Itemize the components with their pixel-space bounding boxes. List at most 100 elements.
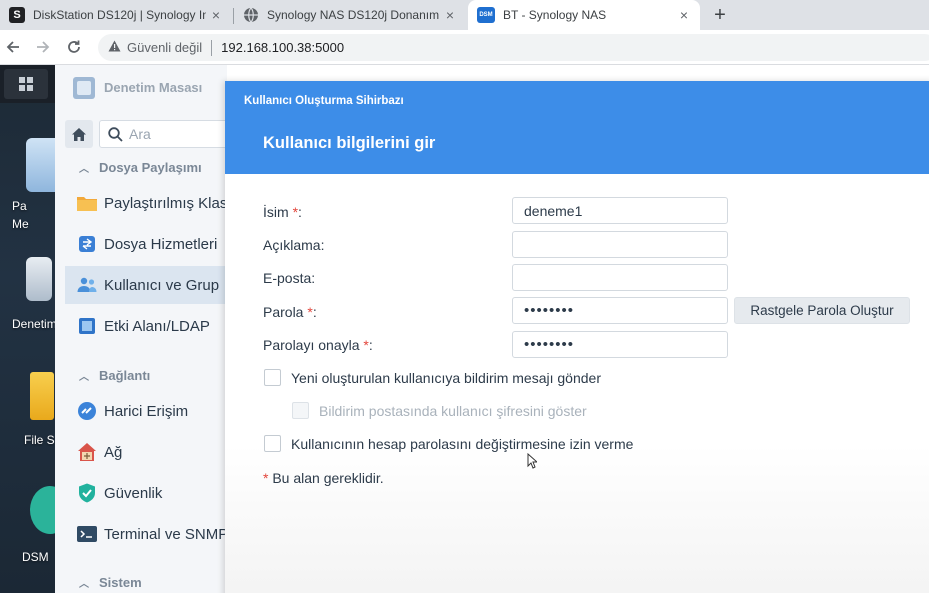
domain-icon [77,316,97,336]
package-center-icon[interactable] [26,138,55,192]
terminal-icon [77,524,97,544]
password-input[interactable] [512,297,728,324]
synology-s-icon: S [9,7,25,23]
home-button[interactable] [65,120,93,148]
desktop-icon-label: DSM [22,550,49,564]
desktop-icon-label: Me [12,217,29,231]
tab-close-icon[interactable]: × [440,7,460,23]
description-label: Açıklama: [263,237,324,253]
description-input[interactable] [512,231,728,258]
browser-tab-bt-synology[interactable]: DSM BT - Synology NAS × [468,0,700,30]
label-colon: : [311,270,316,286]
tab-close-icon[interactable]: × [206,7,226,23]
sidebar-item-label: Harici Erişim [104,402,189,420]
notify-user-checkbox-row[interactable]: Yeni oluşturulan kullanıcıya bildirim me… [264,369,601,386]
label-colon: : [320,237,325,253]
sidebar-item-external-access[interactable]: Harici Erişim [65,392,227,430]
browser-tab-synology-nas[interactable]: Synology NAS DS120j Donanım K × [234,0,466,30]
sidebar-item-security[interactable]: Güvenlik [65,474,227,512]
section-system[interactable]: ︿ Sistem [79,571,142,593]
desktop-icon-label: File S [24,433,55,447]
sidebar-item-file-services[interactable]: Dosya Hizmetleri [65,225,227,263]
external-access-icon [77,401,97,421]
forward-arrow-icon[interactable] [32,36,54,58]
desktop-icon-label: Pa [12,199,27,213]
dsm-icon: DSM [477,7,495,23]
field-label-text: Parolayı onayla [263,337,360,353]
sidebar-item-terminal-snmp[interactable]: Terminal ve SNMP [65,515,227,553]
sidebar-item-label: Etki Alanı/LDAP [104,317,210,335]
sidebar-item-shared-folder[interactable]: Paylaştırılmış Klas [65,184,227,222]
field-label-text: E-posta [263,270,312,286]
tab-title: Synology NAS DS120j Donanım K [267,8,440,22]
section-title: Sistem [99,574,142,590]
section-title: Bağlantı [99,367,151,383]
control-panel-title: Denetim Masası [104,80,203,95]
name-label: İsim *: [263,204,302,220]
checkbox-label: Yeni oluşturulan kullanıcıya bildirim me… [291,369,601,386]
sidebar-item-domain-ldap[interactable]: Etki Alanı/LDAP [65,307,227,345]
sidebar-item-label: Terminal ve SNMP [104,525,227,543]
show-password-in-mail-checkbox-row[interactable]: Bildirim postasında kullanıcı şifresini … [292,402,587,419]
confirm-password-input[interactable] [512,331,728,358]
search-box[interactable] [99,120,227,148]
back-arrow-icon[interactable] [2,36,24,58]
home-icon [72,127,86,141]
label-colon: : [312,304,317,320]
sidebar-item-label: Kullanıcı ve Grup [104,276,220,294]
required-mark: * [263,470,269,486]
dsm-help-icon[interactable] [30,486,55,534]
section-file-sharing[interactable]: ︿ Dosya Paylaşımı [79,156,202,178]
email-input[interactable] [512,264,728,291]
globe-icon [243,7,259,23]
name-input[interactable] [512,197,728,224]
control-panel-window: Denetim Masası ︿ Dosya Paylaşımı Paylaşt… [55,65,227,593]
control-panel-icon[interactable] [26,257,52,301]
security-status-text[interactable]: Güvenli değil [127,40,202,55]
create-user-wizard: Kullanıcı Oluşturma Sihirbazı Kullanıcı … [225,81,929,593]
notify-user-checkbox[interactable] [264,369,281,386]
disallow-password-change-checkbox[interactable] [264,435,281,452]
reload-icon[interactable] [63,36,85,58]
wizard-header: Kullanıcı Oluşturma Sihirbazı Kullanıcı … [225,81,929,174]
field-label-text: İsim [263,204,289,220]
label-colon: : [298,204,302,220]
shield-icon [77,483,97,503]
url-divider [211,39,213,56]
file-services-icon [77,234,97,254]
required-note-text: Bu alan gereklidir. [272,470,384,486]
sidebar-item-label: Dosya Hizmetleri [104,235,218,253]
network-house-icon [77,442,97,462]
main-menu-grid-icon[interactable] [4,69,48,99]
url-text[interactable]: 192.168.100.38:5000 [221,40,344,55]
label-colon: : [368,337,373,353]
file-station-icon[interactable] [30,372,54,420]
generate-password-button[interactable]: Rastgele Parola Oluştur [734,297,910,324]
dsm-taskbar [0,65,55,103]
chevron-up-icon: ︿ [79,371,89,383]
sidebar-item-label: Güvenlik [104,484,163,502]
new-tab-button[interactable]: + [708,0,732,30]
field-label-text: Parola [263,304,304,320]
warning-triangle-icon [108,40,121,55]
sidebar-item-network[interactable]: Ağ [65,433,227,471]
browser-address-bar: Güvenli değil 192.168.100.38:5000 [0,30,929,65]
search-input[interactable] [129,126,227,142]
control-panel-header: Denetim Masası [55,65,227,110]
show-password-in-mail-checkbox[interactable] [292,402,309,419]
sidebar-item-user-group[interactable]: Kullanıcı ve Grup [65,266,227,304]
disallow-password-change-checkbox-row[interactable]: Kullanıcının hesap parolasını değiştirme… [264,435,633,452]
mouse-cursor-icon [527,453,537,469]
browser-tab-diskstation[interactable]: S DiskStation DS120j | Synology Inc × [0,0,232,30]
tab-title: BT - Synology NAS [503,8,607,22]
password-label: Parola *: [263,304,317,320]
tab-close-icon[interactable]: × [674,7,694,23]
confirm-password-label: Parolayı onayla *: [263,337,373,353]
section-connectivity[interactable]: ︿ Bağlantı [79,364,150,386]
url-bar[interactable]: Güvenli değil 192.168.100.38:5000 [98,34,929,61]
sidebar-item-label: Paylaştırılmış Klas [104,194,227,212]
folder-icon [77,193,97,213]
wizard-window-title: Kullanıcı Oluşturma Sihirbazı [244,95,404,107]
checkbox-label: Kullanıcının hesap parolasını değiştirme… [291,435,634,452]
search-icon [108,126,123,142]
